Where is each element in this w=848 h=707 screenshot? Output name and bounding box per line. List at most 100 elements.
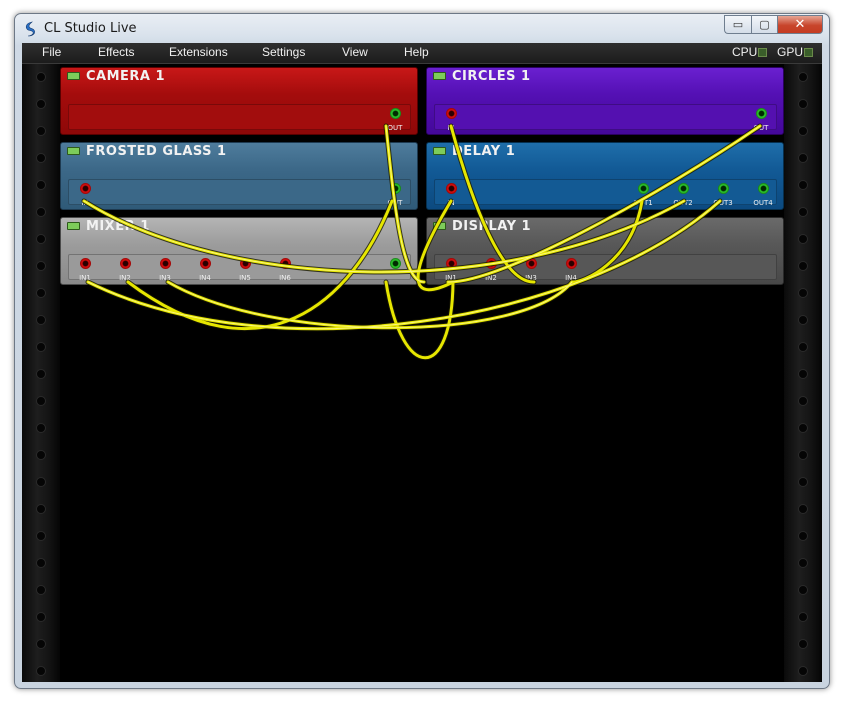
jack-out-1[interactable] bbox=[638, 183, 649, 194]
rail-hole bbox=[798, 288, 808, 298]
rail-hole bbox=[36, 315, 46, 325]
module-power-led[interactable] bbox=[67, 147, 80, 155]
rail-hole bbox=[798, 342, 808, 352]
rail-hole bbox=[36, 288, 46, 298]
jack-in-3[interactable] bbox=[160, 258, 171, 269]
rail-hole bbox=[798, 504, 808, 514]
rail-hole bbox=[36, 153, 46, 163]
jack-in[interactable] bbox=[446, 108, 457, 119]
rail-hole bbox=[36, 612, 46, 622]
rail-hole bbox=[36, 261, 46, 271]
jack-in-6[interactable] bbox=[280, 258, 291, 269]
jack-in-4[interactable] bbox=[200, 258, 211, 269]
rail-hole bbox=[36, 639, 46, 649]
jack-label: IN4 bbox=[565, 274, 577, 282]
module-frosted-glass[interactable]: FROSTED GLASS 1 IN OUT bbox=[60, 142, 418, 210]
rail-hole bbox=[798, 207, 808, 217]
jack-in-3[interactable] bbox=[526, 258, 537, 269]
right-rack-rail bbox=[784, 64, 822, 682]
close-button[interactable]: ✕ bbox=[777, 15, 823, 34]
rail-hole bbox=[36, 72, 46, 82]
rail-hole bbox=[798, 531, 808, 541]
module-power-led[interactable] bbox=[433, 147, 446, 155]
gpu-meter bbox=[804, 48, 813, 57]
jack-out[interactable] bbox=[390, 183, 401, 194]
menu-effects[interactable]: Effects bbox=[98, 45, 134, 59]
client-area: File Effects Extensions Settings View He… bbox=[22, 43, 822, 682]
jack-label: IN3 bbox=[525, 274, 537, 282]
rail-hole bbox=[798, 315, 808, 325]
app-window: CL Studio Live ▭ ▢ ✕ File Effects Extens… bbox=[14, 13, 830, 689]
rail-hole bbox=[798, 477, 808, 487]
module-display[interactable]: DISPLAY 1 IN1 IN2 IN3 IN4 bbox=[426, 217, 784, 285]
jack-in-2[interactable] bbox=[486, 258, 497, 269]
jack-in[interactable] bbox=[446, 183, 457, 194]
minimize-button[interactable]: ▭ bbox=[724, 15, 751, 34]
rail-hole bbox=[798, 72, 808, 82]
jack-label: IN bbox=[447, 199, 455, 207]
module-title: FROSTED GLASS 1 bbox=[86, 144, 227, 159]
rail-hole bbox=[36, 531, 46, 541]
jack-label: OUT2 bbox=[673, 199, 693, 207]
app-logo-icon bbox=[25, 21, 35, 37]
module-power-led[interactable] bbox=[433, 72, 446, 80]
rail-hole bbox=[36, 450, 46, 460]
module-delay[interactable]: DELAY 1 IN OUT1 OUT2 OUT3 OUT4 bbox=[426, 142, 784, 210]
jack-in-1[interactable] bbox=[80, 258, 91, 269]
menu-bar: File Effects Extensions Settings View He… bbox=[22, 43, 822, 64]
jack-label: IN2 bbox=[119, 274, 131, 282]
rail-hole bbox=[798, 180, 808, 190]
jack-label: OUT bbox=[387, 124, 403, 132]
rail-hole bbox=[36, 585, 46, 595]
module-mixer[interactable]: MIXER 1 IN1 IN2 IN3 IN4 IN5 IN6 bbox=[60, 217, 418, 285]
jack-out-3[interactable] bbox=[718, 183, 729, 194]
jack-label: IN bbox=[447, 124, 455, 132]
rail-hole bbox=[798, 261, 808, 271]
rail-hole bbox=[36, 126, 46, 136]
rail-hole bbox=[36, 234, 46, 244]
rail-hole bbox=[36, 504, 46, 514]
jack-out-2[interactable] bbox=[678, 183, 689, 194]
module-power-led[interactable] bbox=[67, 72, 80, 80]
module-title: DELAY 1 bbox=[452, 144, 516, 159]
module-camera[interactable]: CAMERA 1 OUT bbox=[60, 67, 418, 135]
module-power-led[interactable] bbox=[67, 222, 80, 230]
menu-file[interactable]: File bbox=[42, 45, 61, 59]
rail-hole bbox=[798, 369, 808, 379]
menu-view[interactable]: View bbox=[342, 45, 368, 59]
jack-out[interactable] bbox=[390, 108, 401, 119]
jack-in-4[interactable] bbox=[566, 258, 577, 269]
module-title: CAMERA 1 bbox=[86, 69, 166, 84]
jack-out-4[interactable] bbox=[758, 183, 769, 194]
jack-label: OUT1 bbox=[633, 199, 653, 207]
jack-in-5[interactable] bbox=[240, 258, 251, 269]
module-power-led[interactable] bbox=[433, 222, 446, 230]
title-bar[interactable]: CL Studio Live ▭ ▢ ✕ bbox=[15, 14, 829, 44]
rail-hole bbox=[798, 666, 808, 676]
rail-hole bbox=[36, 477, 46, 487]
rail-hole bbox=[798, 153, 808, 163]
module-panel bbox=[434, 104, 777, 130]
rail-hole bbox=[798, 450, 808, 460]
caption-buttons: ▭ ▢ ✕ bbox=[724, 15, 823, 35]
jack-out[interactable] bbox=[756, 108, 767, 119]
jack-label: IN5 bbox=[239, 274, 251, 282]
rail-hole bbox=[36, 180, 46, 190]
module-title: CIRCLES 1 bbox=[452, 69, 531, 84]
maximize-button[interactable]: ▢ bbox=[751, 15, 777, 34]
rail-hole bbox=[36, 207, 46, 217]
jack-label: IN1 bbox=[79, 274, 91, 282]
rail-hole bbox=[36, 558, 46, 568]
jack-in-1[interactable] bbox=[446, 258, 457, 269]
menu-settings[interactable]: Settings bbox=[262, 45, 305, 59]
module-circles[interactable]: CIRCLES 1 IN OUT bbox=[426, 67, 784, 135]
menu-extensions[interactable]: Extensions bbox=[169, 45, 228, 59]
jack-out[interactable] bbox=[390, 258, 401, 269]
cpu-meter-label: CPU bbox=[732, 45, 758, 59]
jack-label: OUT3 bbox=[713, 199, 733, 207]
rail-hole bbox=[798, 423, 808, 433]
jack-in-2[interactable] bbox=[120, 258, 131, 269]
jack-label: OUT4 bbox=[753, 199, 773, 207]
menu-help[interactable]: Help bbox=[404, 45, 429, 59]
jack-in[interactable] bbox=[80, 183, 91, 194]
